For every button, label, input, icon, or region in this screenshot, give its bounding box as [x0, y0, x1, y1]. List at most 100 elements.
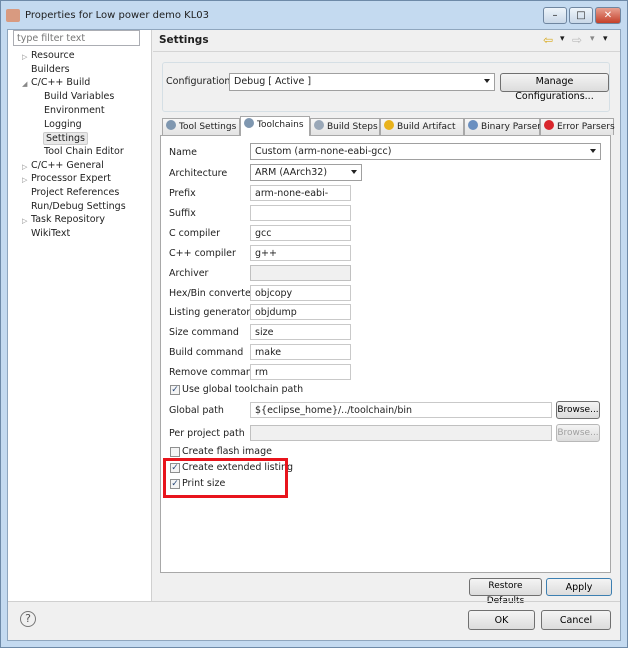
field-label: Suffix [169, 207, 196, 219]
tree-item[interactable]: Settings [43, 132, 88, 146]
chevron-down-icon [590, 149, 596, 153]
architecture-label: Architecture [169, 168, 228, 179]
tab-label: Tool Settings [179, 122, 237, 132]
forward-icon[interactable]: ⇨ [572, 33, 582, 47]
tree-item[interactable]: Environment [44, 105, 105, 116]
tab-error-parsers[interactable]: Error Parsers [540, 118, 615, 135]
close-button[interactable]: ✕ [595, 7, 621, 24]
error-parsers-icon [544, 120, 554, 130]
tree-item[interactable]: Resource [31, 50, 75, 61]
tree-item[interactable]: Build Variables [44, 91, 114, 102]
tab-label: Build Artifact [397, 122, 456, 132]
minimize-button[interactable]: – [543, 7, 567, 24]
toolchains-icon [244, 118, 254, 128]
tree-expand-icon[interactable]: ▷ [22, 163, 27, 171]
tree-expand-icon[interactable]: ▷ [22, 176, 27, 184]
tab-label: Binary Parsers [481, 122, 546, 132]
ok-button[interactable]: OK [468, 610, 535, 630]
toolchain-name-value: Custom (arm-none-eabi-gcc) [255, 146, 392, 157]
tab-build-artifact[interactable]: Build Artifact [380, 118, 464, 135]
tool-settings-icon [166, 120, 176, 130]
back-icon[interactable]: ⇦ [543, 33, 553, 47]
tree-item[interactable]: Tool Chain Editor [44, 146, 124, 157]
field-label: Archiver [169, 267, 209, 279]
architecture-select[interactable]: ARM (AArch32) [250, 164, 362, 181]
create-flash-image-label: Create flash image [182, 446, 272, 457]
global-path-label: Global path [169, 405, 224, 416]
tab-toolchains[interactable]: Toolchains [240, 116, 310, 136]
field-input[interactable] [250, 264, 351, 281]
architecture-value: ARM (AArch32) [255, 167, 328, 178]
binary-parsers-icon [468, 120, 478, 130]
tree-item[interactable]: Task Repository [31, 214, 105, 225]
tab-binary-parsers[interactable]: Binary Parsers [464, 118, 546, 135]
configuration-label: Configuration: [166, 76, 234, 87]
tab-label: Error Parsers [557, 122, 615, 132]
restore-defaults-button[interactable]: Restore Defaults [469, 578, 542, 606]
tab-label: Toolchains [257, 120, 304, 130]
title-bar: Properties for Low power demo KL03 – □ ✕ [0, 0, 628, 30]
global-path-input[interactable]: ${eclipse_home}/../toolchain/bin [250, 402, 552, 418]
tree-item[interactable]: Processor Expert [31, 173, 111, 184]
view-menu-icon[interactable]: ▾ [603, 34, 608, 44]
tree-item[interactable]: WikiText [31, 228, 70, 239]
window-title: Properties for Low power demo KL03 [25, 10, 209, 21]
per-project-path-label: Per project path [169, 428, 245, 439]
configuration-select[interactable]: Debug [ Active ] [229, 73, 495, 91]
tree-item[interactable]: Logging [44, 119, 82, 130]
tab-tool-settings[interactable]: Tool Settings [162, 118, 240, 135]
tree-item[interactable]: Run/Debug Settings [31, 201, 126, 212]
field-input[interactable] [250, 204, 351, 221]
divider [8, 601, 620, 602]
configuration-value: Debug [ Active ] [234, 76, 312, 87]
tree-expand-icon[interactable]: ▷ [22, 53, 27, 61]
tree-item[interactable]: Project References [31, 187, 119, 198]
app-icon [6, 9, 20, 22]
per-project-path-browse-button[interactable]: Browse... [556, 424, 600, 442]
maximize-button[interactable]: □ [569, 7, 593, 24]
chevron-down-icon [351, 170, 357, 174]
build-steps-icon [314, 120, 324, 130]
highlight-box [163, 458, 288, 498]
forward-menu-icon[interactable]: ▾ [590, 34, 595, 44]
field-input[interactable]: size [250, 324, 351, 341]
field-input[interactable]: objcopy [250, 284, 351, 301]
field-input[interactable]: rm [250, 364, 351, 381]
field-label: Remove command [169, 367, 258, 379]
back-menu-icon[interactable]: ▾ [560, 34, 565, 44]
tree-item[interactable]: C/C++ Build [31, 77, 90, 88]
tab-label: Build Steps [327, 122, 378, 132]
tree-expand-icon[interactable]: ▷ [22, 217, 27, 225]
field-label: Listing generator [169, 307, 251, 319]
field-input[interactable]: make [250, 344, 351, 361]
field-label: Prefix [169, 188, 196, 199]
field-label: Hex/Bin converter [169, 287, 255, 299]
field-input[interactable]: arm-none-eabi- [250, 185, 351, 201]
toolchain-name-select[interactable]: Custom (arm-none-eabi-gcc) [250, 143, 601, 160]
tab-build-steps[interactable]: Build Steps [310, 118, 380, 135]
filter-input[interactable] [13, 30, 140, 46]
use-global-path-label: Use global toolchain path [182, 384, 304, 395]
tree-item[interactable]: Builders [31, 64, 70, 75]
field-input[interactable]: gcc [250, 224, 351, 241]
apply-button[interactable]: Apply [546, 578, 612, 596]
chevron-down-icon [484, 79, 490, 83]
name-label: Name [169, 147, 198, 158]
manage-configurations-button[interactable]: Manage Configurations... [500, 73, 609, 102]
cancel-button[interactable]: Cancel [541, 610, 611, 630]
per-project-path-input[interactable] [250, 425, 552, 441]
build-artifact-icon [384, 120, 394, 130]
tree-item[interactable]: C/C++ General [31, 160, 104, 171]
field-label: Build command [169, 347, 244, 359]
use-global-path-checkbox[interactable]: ✓ [170, 385, 180, 395]
field-label: C++ compiler [169, 247, 236, 259]
help-icon[interactable]: ? [20, 611, 36, 627]
field-label: Size command [169, 327, 239, 339]
create-flash-image-checkbox[interactable] [170, 447, 180, 457]
field-input[interactable]: g++ [250, 244, 351, 261]
field-input[interactable]: objdump [250, 304, 351, 321]
tree-expand-icon[interactable]: ◢ [22, 80, 27, 88]
page-title: Settings [159, 34, 209, 46]
global-path-browse-button[interactable]: Browse... [556, 401, 600, 419]
field-label: C compiler [169, 227, 221, 239]
